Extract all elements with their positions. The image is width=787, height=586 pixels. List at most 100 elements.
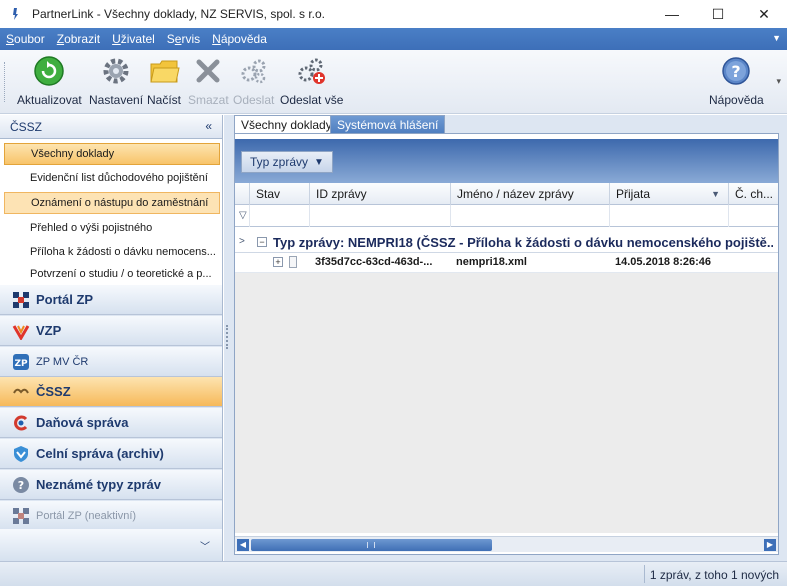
collapse-group-icon[interactable]: − xyxy=(257,237,267,247)
section-vzp[interactable]: VZP xyxy=(0,316,222,346)
splitter-grip[interactable] xyxy=(226,325,229,349)
tab-all-documents[interactable]: Všechny doklady xyxy=(234,115,339,133)
toolbar-grip[interactable] xyxy=(4,62,7,102)
scroll-right-icon[interactable]: ▶ xyxy=(764,539,776,551)
menu-bar: Soubor Zobrazit Uživatel Servis Nápověda… xyxy=(0,28,787,50)
collapse-nav-icon[interactable]: « xyxy=(205,119,212,133)
section-portal-zp-label: Portál ZP xyxy=(36,292,94,307)
row-indicator-icon: > xyxy=(239,236,245,247)
settings-label: Nastavení xyxy=(89,93,144,107)
send-label: Odeslat xyxy=(233,93,275,107)
column-header-received[interactable]: Přijata ▼ xyxy=(609,183,728,205)
folder-icon xyxy=(147,54,181,88)
filter-cell-message-name[interactable] xyxy=(450,205,609,227)
scrollbar-thumb-grip xyxy=(367,542,375,548)
nav-item-sickness-benefit-attachment[interactable]: Příloha k žádosti o dávku nemocens... xyxy=(4,241,220,263)
help-icon: ? xyxy=(719,54,753,88)
section-cssz[interactable]: ČSSZ xyxy=(0,377,222,407)
grid-empty-area xyxy=(235,273,778,533)
filter-cell-received[interactable] xyxy=(609,205,728,227)
help-label: Nápověda xyxy=(709,93,764,107)
section-unknown-types[interactable]: ? Neznámé typy zpráv xyxy=(0,470,222,500)
filter-cell-message-id[interactable] xyxy=(309,205,450,227)
send-all-label: Odeslat vše xyxy=(280,93,344,107)
group-row[interactable]: > − Typ zprávy: NEMPRI18 (ČSSZ - Příloha… xyxy=(235,233,778,253)
svg-text:ZP: ZP xyxy=(14,359,28,369)
send-button[interactable]: Odeslat xyxy=(233,54,274,107)
grid-header: Stav ID zprávy Jméno / název zprávy Přij… xyxy=(235,183,778,205)
filter-cell-status[interactable] xyxy=(249,205,309,227)
menu-zobrazit-label: obrazit xyxy=(64,32,101,46)
load-button[interactable]: Načíst xyxy=(147,54,181,107)
menu-uzivatel-accel: U xyxy=(112,32,121,46)
section-customs-archive-label: Celní správa (archiv) xyxy=(36,446,164,461)
status-message-count: 1 zpráv, z toho 1 nových xyxy=(649,568,779,582)
section-portal-zp-inactive-label: Portál ZP (neaktivní) xyxy=(36,509,137,522)
settings-button[interactable]: Nastavení xyxy=(89,54,143,107)
group-chip-message-type[interactable]: Typ zprávy ▼ xyxy=(241,151,333,173)
cssz-icon xyxy=(12,383,30,401)
svg-text:?: ? xyxy=(18,479,24,492)
menu-napoveda[interactable]: Nápověda xyxy=(206,32,273,46)
section-customs-archive[interactable]: Celní správa (archiv) xyxy=(0,439,222,469)
expand-row-icon[interactable]: + xyxy=(273,257,283,267)
nav-item-study-confirmation[interactable]: Potvrzení o studiu / o teoretické a p... xyxy=(4,265,220,283)
status-separator xyxy=(644,565,645,583)
toolbar: Aktualizovat Nastavení Načíst Smazat Ode… xyxy=(0,50,787,114)
column-header-message-name[interactable]: Jméno / název zprávy xyxy=(450,183,609,205)
sub-item-list: Všechny doklady Evidenční list důchodové… xyxy=(0,139,222,305)
section-vzp-label: VZP xyxy=(36,323,62,338)
menu-uzivatel[interactable]: Uživatel xyxy=(106,32,161,46)
menu-zobrazit[interactable]: Zobrazit xyxy=(51,32,106,46)
navigation-pane: ČSSZ « Všechny doklady Evidenční list dů… xyxy=(0,115,223,561)
menu-overflow-icon[interactable]: ▼ xyxy=(772,33,781,43)
scrollbar-thumb[interactable] xyxy=(251,539,492,551)
menu-servis[interactable]: Servis xyxy=(161,32,206,46)
tab-system-messages[interactable]: Systémová hlášení xyxy=(330,115,446,133)
table-row[interactable]: + 3f35d7cc-63cd-463d-... nempri18.xml 14… xyxy=(235,253,778,273)
send-all-button[interactable]: Odeslat vše xyxy=(280,54,343,107)
menu-soubor[interactable]: Soubor xyxy=(0,32,51,46)
send-gears-icon xyxy=(237,54,271,88)
chevron-down-icon[interactable]: ﹀ xyxy=(200,538,210,553)
horizontal-scrollbar[interactable]: ◀ ▶ xyxy=(235,536,778,552)
section-portal-zp[interactable]: Portál ZP xyxy=(0,285,222,315)
document-icon xyxy=(289,256,297,268)
delete-button[interactable]: Smazat xyxy=(188,54,229,107)
sort-down-icon: ▼ xyxy=(314,156,324,168)
nav-configure-bar[interactable]: ﹀ xyxy=(0,529,222,561)
menu-zobrazit-accel: Z xyxy=(56,32,65,46)
filter-cell-number[interactable] xyxy=(728,205,778,227)
nav-item-employment-notice[interactable]: Oznámení o nástupu do zaměstnání xyxy=(4,192,220,214)
maximize-button[interactable]: ☐ xyxy=(695,0,741,28)
section-tax-office-label: Daňová správa xyxy=(36,415,129,430)
window-title: PartnerLink - Všechny doklady, NZ SERVIS… xyxy=(32,7,326,21)
cell-received: 14.05.2018 8:26:46 xyxy=(615,256,712,268)
filter-icon[interactable]: ▽ xyxy=(239,210,247,221)
section-portal-zp-inactive[interactable]: Portál ZP (neaktivní) xyxy=(0,501,222,531)
menu-soubor-accel: S xyxy=(6,32,15,46)
column-header-number[interactable]: Č. ch... xyxy=(728,183,778,205)
toolbar-overflow-icon[interactable]: ▾ xyxy=(776,76,781,87)
tax-office-icon xyxy=(12,414,30,432)
status-bar: 1 zpráv, z toho 1 nových xyxy=(0,561,787,586)
column-header-status[interactable]: Stav xyxy=(249,183,309,205)
title-bar: PartnerLink - Všechny doklady, NZ SERVIS… xyxy=(0,0,787,28)
scroll-left-icon[interactable]: ◀ xyxy=(237,539,249,551)
app-logo-icon xyxy=(13,8,18,20)
section-cssz-label: ČSSZ xyxy=(36,384,71,399)
nav-item-pension-record[interactable]: Evidenční list důchodového pojištění xyxy=(4,167,220,189)
refresh-button[interactable]: Aktualizovat xyxy=(17,54,82,107)
section-tax-office[interactable]: Daňová správa xyxy=(0,408,222,438)
minimize-button[interactable]: — xyxy=(649,0,695,28)
nav-item-all-documents[interactable]: Všechny doklady xyxy=(4,143,220,165)
nav-item-contribution-overview[interactable]: Přehled o výši pojistného xyxy=(4,217,220,239)
section-zp-mv-cr[interactable]: ZP ZP MV ČR xyxy=(0,347,222,377)
column-header-message-id[interactable]: ID zprávy xyxy=(309,183,450,205)
help-button[interactable]: ? Nápověda xyxy=(709,54,764,107)
close-button[interactable]: ✕ xyxy=(741,0,787,28)
pane-splitter[interactable] xyxy=(224,115,232,561)
svg-text:?: ? xyxy=(732,62,741,81)
menu-uzivatel-label: živatel xyxy=(120,32,155,46)
cell-message-id: 3f35d7cc-63cd-463d-... xyxy=(315,256,433,268)
